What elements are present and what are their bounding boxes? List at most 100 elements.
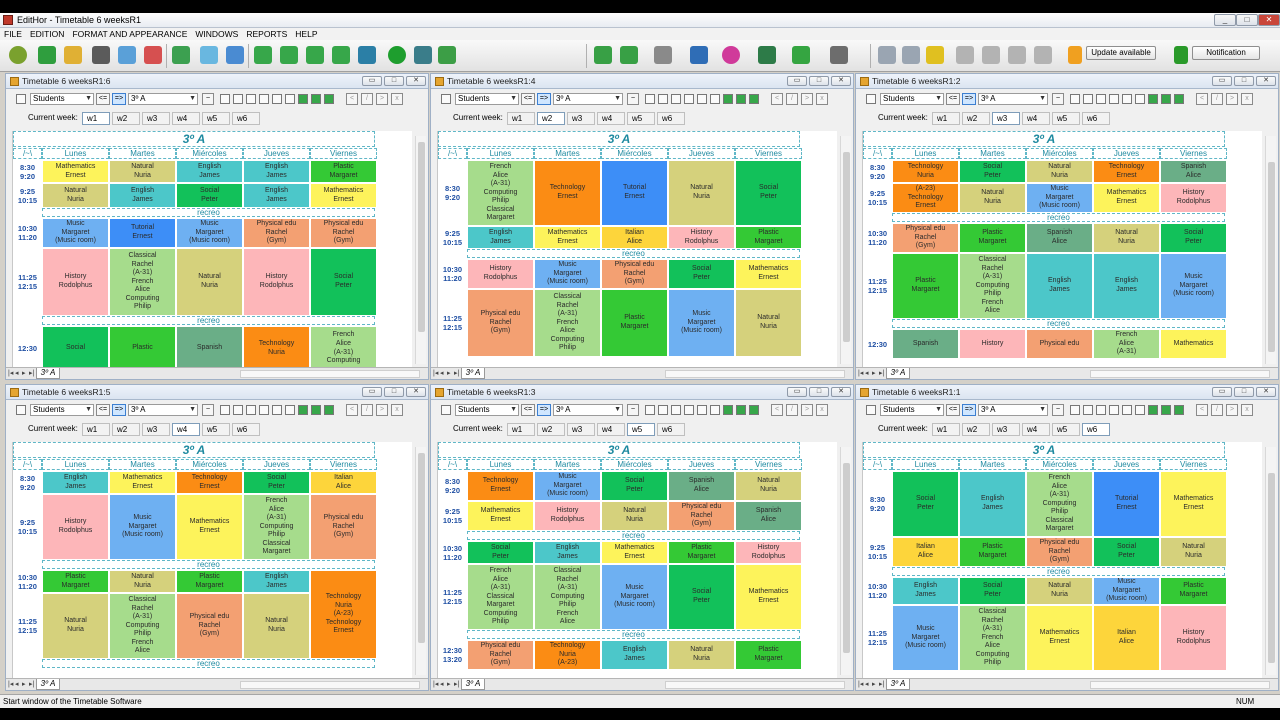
lesson-cell[interactable]: Technology Nuria xyxy=(243,326,310,367)
lesson-cell[interactable]: Mathematics Ernest xyxy=(1160,471,1227,537)
corner-cell[interactable]: /~\ xyxy=(13,148,42,159)
lesson-cell[interactable]: Physical edu Rachel (Gym) xyxy=(892,223,959,253)
window-maximize-button[interactable]: □ xyxy=(384,76,404,86)
navigation-button[interactable]: > xyxy=(1226,404,1238,416)
lesson-cell[interactable]: Technology Ernest xyxy=(1093,160,1160,183)
lesson-cell[interactable]: Spanish Alice xyxy=(1160,160,1227,183)
lesson-cell[interactable]: Physical edu Rachel (Gym) xyxy=(243,218,310,248)
navigation-button[interactable]: < xyxy=(771,404,783,416)
view-option-icon[interactable] xyxy=(1122,405,1132,415)
lesson-cell[interactable]: Mathematics Ernest xyxy=(310,183,377,208)
print-preview-icon[interactable] xyxy=(200,46,218,64)
view-option-icon[interactable] xyxy=(697,405,707,415)
lesson-cell[interactable]: Plastic Margaret xyxy=(668,541,735,564)
window-close-button[interactable]: ✕ xyxy=(1256,387,1276,397)
view-option-icon[interactable] xyxy=(233,405,243,415)
lesson-cell[interactable]: Natural Nuria xyxy=(243,593,310,659)
lesson-cell[interactable]: Music Margaret (Music room) xyxy=(1026,183,1093,213)
lesson-cell[interactable]: Natural Nuria xyxy=(735,471,802,501)
copy-icon[interactable] xyxy=(306,46,324,64)
lesson-cell[interactable]: Technology Nuria xyxy=(892,160,959,183)
view-option-icon[interactable] xyxy=(723,405,733,415)
week-tab-w3[interactable]: w3 xyxy=(992,423,1020,436)
list-icon[interactable] xyxy=(16,405,26,415)
week-tab-w6[interactable]: w6 xyxy=(657,423,685,436)
menu-reports[interactable]: REPORTS xyxy=(242,29,291,39)
lesson-cell[interactable]: Music Margaret (Music room) xyxy=(892,605,959,671)
navigation-button[interactable]: / xyxy=(361,93,373,105)
view-option-icon[interactable] xyxy=(658,405,668,415)
table-layout-icon[interactable] xyxy=(620,46,638,64)
sheet-nav-arrow[interactable]: ◂ xyxy=(865,680,869,688)
lesson-cell[interactable]: Music Margaret (Music room) xyxy=(109,494,176,560)
sheet-tab[interactable]: 3º A xyxy=(461,368,485,379)
window-minimize-button[interactable]: ▭ xyxy=(362,76,382,86)
sheet-nav-arrow[interactable]: ▸ xyxy=(22,369,26,377)
sheet-nav-arrow[interactable]: ▸ xyxy=(447,680,451,688)
sheet-nav-arrow[interactable]: ◂ xyxy=(865,369,869,377)
window-close-button[interactable]: ✕ xyxy=(831,76,851,86)
scrollbar-thumb[interactable] xyxy=(1268,162,1275,352)
view-option-icon[interactable] xyxy=(1083,94,1093,104)
close-button[interactable]: ✕ xyxy=(1258,14,1280,26)
list-icon[interactable] xyxy=(441,94,451,104)
previous-group-button[interactable]: <= xyxy=(96,93,110,105)
sync-icon[interactable] xyxy=(358,46,376,64)
sheet-nav-arrow[interactable]: |◂ xyxy=(858,369,863,377)
week-tab-w4[interactable]: w4 xyxy=(597,423,625,436)
horizontal-scrollbar[interactable] xyxy=(1090,681,1270,689)
corner-cell[interactable]: /~\ xyxy=(438,148,467,159)
users-icon[interactable] xyxy=(438,46,456,64)
group-select[interactable]: 3º A ▼ xyxy=(553,93,623,105)
mode-select[interactable]: Students ▼ xyxy=(455,404,519,416)
window-close-button[interactable]: ✕ xyxy=(831,387,851,397)
navigation-button[interactable]: / xyxy=(1211,93,1223,105)
lesson-cell[interactable]: Music Margaret (Music room) xyxy=(176,218,243,248)
lesson-cell[interactable]: Physical edu Rachel (Gym) xyxy=(601,259,668,289)
lesson-cell[interactable]: Music Margaret (Music room) xyxy=(1160,253,1227,319)
move-up-icon[interactable] xyxy=(878,46,896,64)
sheet-nav-arrow[interactable]: ▸ xyxy=(447,369,451,377)
week-tab-w3[interactable]: w3 xyxy=(992,112,1020,125)
view-option-icon[interactable] xyxy=(324,405,334,415)
lesson-cell[interactable]: Music Margaret (Music room) xyxy=(534,259,601,289)
corner-cell[interactable]: /~\ xyxy=(13,459,42,470)
week-tab-w4[interactable]: w4 xyxy=(172,423,200,436)
lesson-cell[interactable]: Plastic Margaret xyxy=(735,640,802,670)
lesson-cell[interactable]: Italian Alice xyxy=(892,537,959,567)
mode-select[interactable]: Students ▼ xyxy=(880,404,944,416)
lesson-cell[interactable]: History Rodolphus xyxy=(735,541,802,564)
window-maximize-button[interactable]: □ xyxy=(384,387,404,397)
lesson-cell[interactable]: English James xyxy=(467,226,534,249)
view-option-icon[interactable] xyxy=(1161,94,1171,104)
previous-group-button[interactable]: <= xyxy=(946,93,960,105)
view-option-icon[interactable] xyxy=(1096,94,1106,104)
sheet-nav-arrow[interactable]: |◂ xyxy=(858,680,863,688)
horizontal-scrollbar[interactable] xyxy=(240,681,420,689)
vertical-scrollbar[interactable] xyxy=(415,447,426,675)
week-tab-w2[interactable]: w2 xyxy=(962,112,990,125)
sheet-nav-arrow[interactable]: |◂ xyxy=(433,680,438,688)
align-icon[interactable] xyxy=(654,46,672,64)
lesson-cell[interactable]: Natural Nuria xyxy=(109,160,176,183)
lesson-cell[interactable]: History Rodolphus xyxy=(1160,605,1227,671)
view-option-icon[interactable] xyxy=(246,94,256,104)
window-minimize-button[interactable]: ▭ xyxy=(1212,387,1232,397)
sheet-nav-arrow[interactable]: ◂ xyxy=(440,369,444,377)
lesson-cell[interactable]: Social Peter xyxy=(467,541,534,564)
view-option-icon[interactable] xyxy=(1174,94,1184,104)
lesson-cell[interactable]: Mathematics Ernest xyxy=(109,471,176,494)
next-group-button[interactable]: => xyxy=(962,404,976,416)
lesson-cell[interactable]: Mathematics Ernest xyxy=(601,541,668,564)
export-icon[interactable] xyxy=(254,46,272,64)
week-tab-w5[interactable]: w5 xyxy=(1052,423,1080,436)
lesson-cell[interactable]: Natural Nuria xyxy=(1026,577,1093,605)
lesson-cell[interactable]: French Alice (A-31) Computing Philip Classica… xyxy=(243,494,310,560)
lesson-cell[interactable]: Social Peter xyxy=(959,160,1026,183)
sheet-nav-arrow[interactable]: ▸| xyxy=(29,680,34,688)
week-tab-w5[interactable]: w5 xyxy=(1052,112,1080,125)
sheet-nav-arrow[interactable]: ▸| xyxy=(454,369,459,377)
lesson-cell[interactable]: Spanish Alice xyxy=(668,471,735,501)
view-option-icon[interactable] xyxy=(723,94,733,104)
move-right-icon[interactable] xyxy=(902,46,920,64)
